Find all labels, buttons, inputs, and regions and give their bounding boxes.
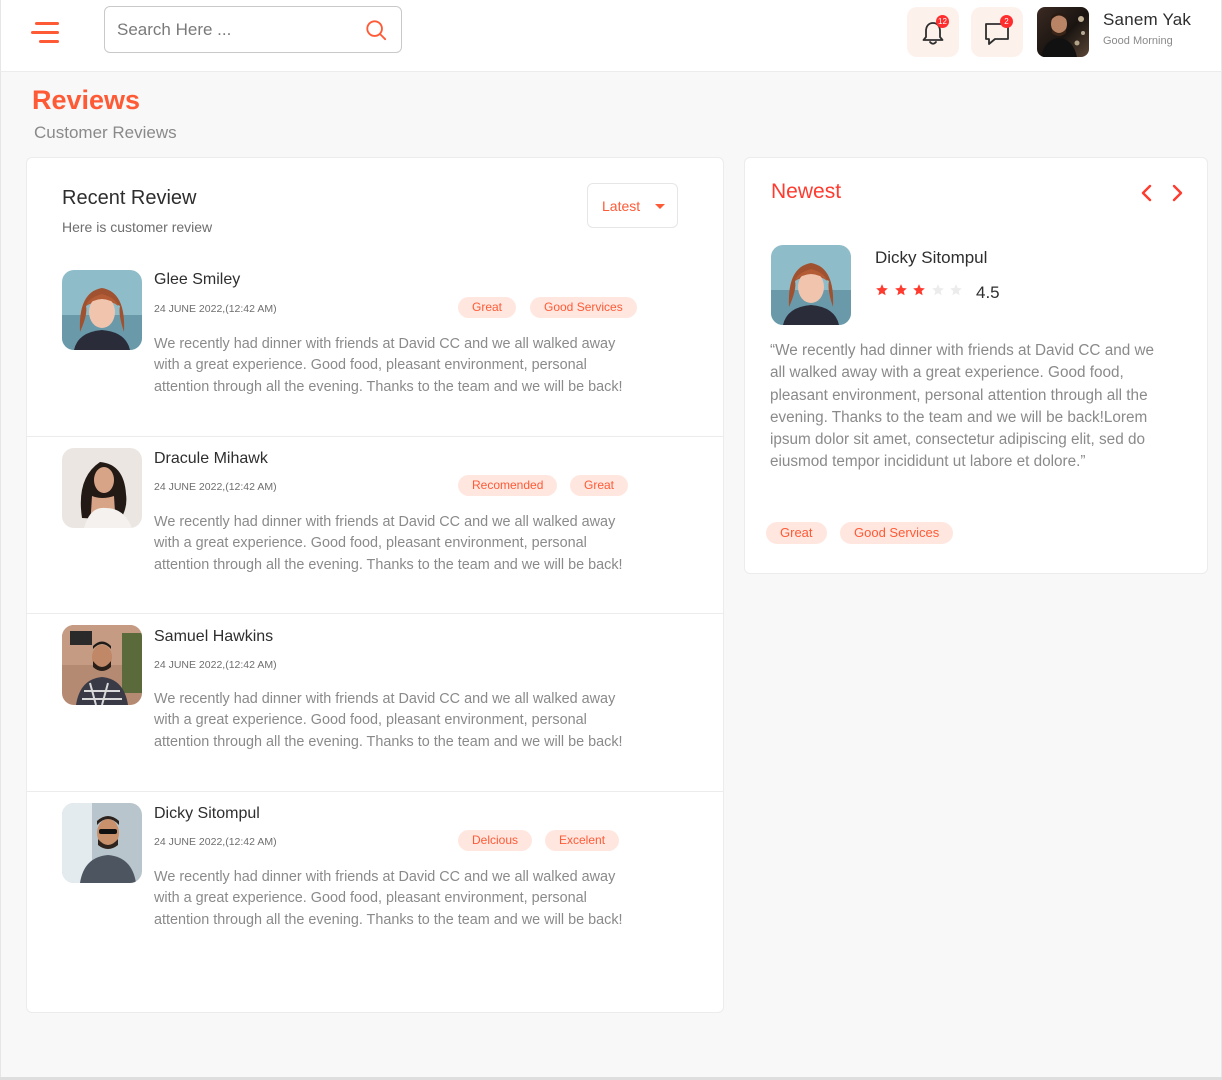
review-date: 24 JUNE 2022,(12:42 AM) xyxy=(154,836,277,848)
review-tag: Good Services xyxy=(530,297,637,318)
top-header: 12 2 Sanem Yak Good Morning xyxy=(0,0,1222,72)
user-greeting: Good Morning xyxy=(1103,35,1173,47)
user-avatar[interactable] xyxy=(1037,7,1089,57)
reviewer-avatar xyxy=(62,803,142,883)
star-empty-icon xyxy=(950,284,962,296)
page-subtitle: Customer Reviews xyxy=(34,123,177,142)
reviewer-name: Dicky Sitompul xyxy=(154,805,260,822)
review-tag: Excelent xyxy=(545,830,620,851)
caret-down-icon xyxy=(655,204,665,209)
review-tag: Great xyxy=(766,522,827,544)
review-date: 24 JUNE 2022,(12:42 AM) xyxy=(154,481,277,493)
user-name: Sanem Yak xyxy=(1103,10,1192,29)
review-date: 24 JUNE 2022,(12:42 AM) xyxy=(154,659,277,671)
review-tag: Great xyxy=(570,475,629,496)
review-item: Dracule Mihawk 24 JUNE 2022,(12:42 AM) R… xyxy=(27,436,723,613)
review-text: We recently had dinner with friends at D… xyxy=(154,691,623,750)
star-empty-icon xyxy=(931,284,944,296)
newest-title: Newest xyxy=(771,180,842,203)
reviewer-name: Dracule Mihawk xyxy=(154,450,268,467)
notifications-button[interactable]: 12 xyxy=(907,7,959,57)
star-filled-icon xyxy=(876,284,888,296)
recent-review-card: Recent Review Here is customer review La… xyxy=(26,157,724,1013)
page-border-left xyxy=(0,72,1,1080)
rating-value: 4.5 xyxy=(976,283,1000,302)
newest-reviewer-avatar xyxy=(771,245,851,325)
review-tag: Delcious xyxy=(458,830,533,851)
messages-badge: 2 xyxy=(1000,15,1013,28)
review-text: We recently had dinner with friends at D… xyxy=(154,869,623,928)
reviewer-name: Samuel Hawkins xyxy=(154,628,274,645)
star-filled-icon xyxy=(894,284,907,296)
page-title: Reviews xyxy=(32,85,141,115)
star-filled-icon xyxy=(913,284,925,296)
reviewer-avatar xyxy=(62,625,142,705)
review-text: We recently had dinner with friends at D… xyxy=(154,514,623,573)
review-item: Samuel Hawkins 24 JUNE 2022,(12:42 AM) W… xyxy=(27,613,723,791)
sort-dropdown-label: Latest xyxy=(602,198,641,214)
newest-reviewer-name: Dicky Sitompul xyxy=(875,248,988,267)
chevron-right-icon[interactable] xyxy=(1169,184,1185,202)
search-box xyxy=(104,6,402,53)
reviewer-avatar xyxy=(62,270,142,350)
recent-review-subtitle: Here is customer review xyxy=(62,219,213,235)
recent-review-title: Recent Review xyxy=(62,187,197,209)
review-item: Dicky Sitompul 24 JUNE 2022,(12:42 AM) D… xyxy=(27,791,723,971)
newest-review-text: “We recently had dinner with friends at … xyxy=(770,342,1155,471)
review-text: We recently had dinner with friends at D… xyxy=(154,336,623,395)
newest-review-card: Newest Dicky Sitompul 4.5 “We recently h… xyxy=(744,157,1208,574)
notifications-badge: 12 xyxy=(936,15,949,28)
review-tag: Recomended xyxy=(458,475,558,496)
menu-icon[interactable] xyxy=(31,22,61,44)
chevron-left-icon[interactable] xyxy=(1139,184,1155,202)
search-icon[interactable] xyxy=(365,19,387,41)
review-item: Glee Smiley 24 JUNE 2022,(12:42 AM) Grea… xyxy=(27,258,723,436)
messages-button[interactable]: 2 xyxy=(971,7,1023,57)
search-input[interactable] xyxy=(117,17,357,43)
review-date: 24 JUNE 2022,(12:42 AM) xyxy=(154,303,277,315)
reviewer-name: Glee Smiley xyxy=(154,271,241,288)
reviewer-avatar xyxy=(62,448,142,528)
sort-dropdown[interactable]: Latest xyxy=(587,183,678,228)
review-tag: Great xyxy=(458,297,517,318)
review-tag: Good Services xyxy=(840,522,954,544)
